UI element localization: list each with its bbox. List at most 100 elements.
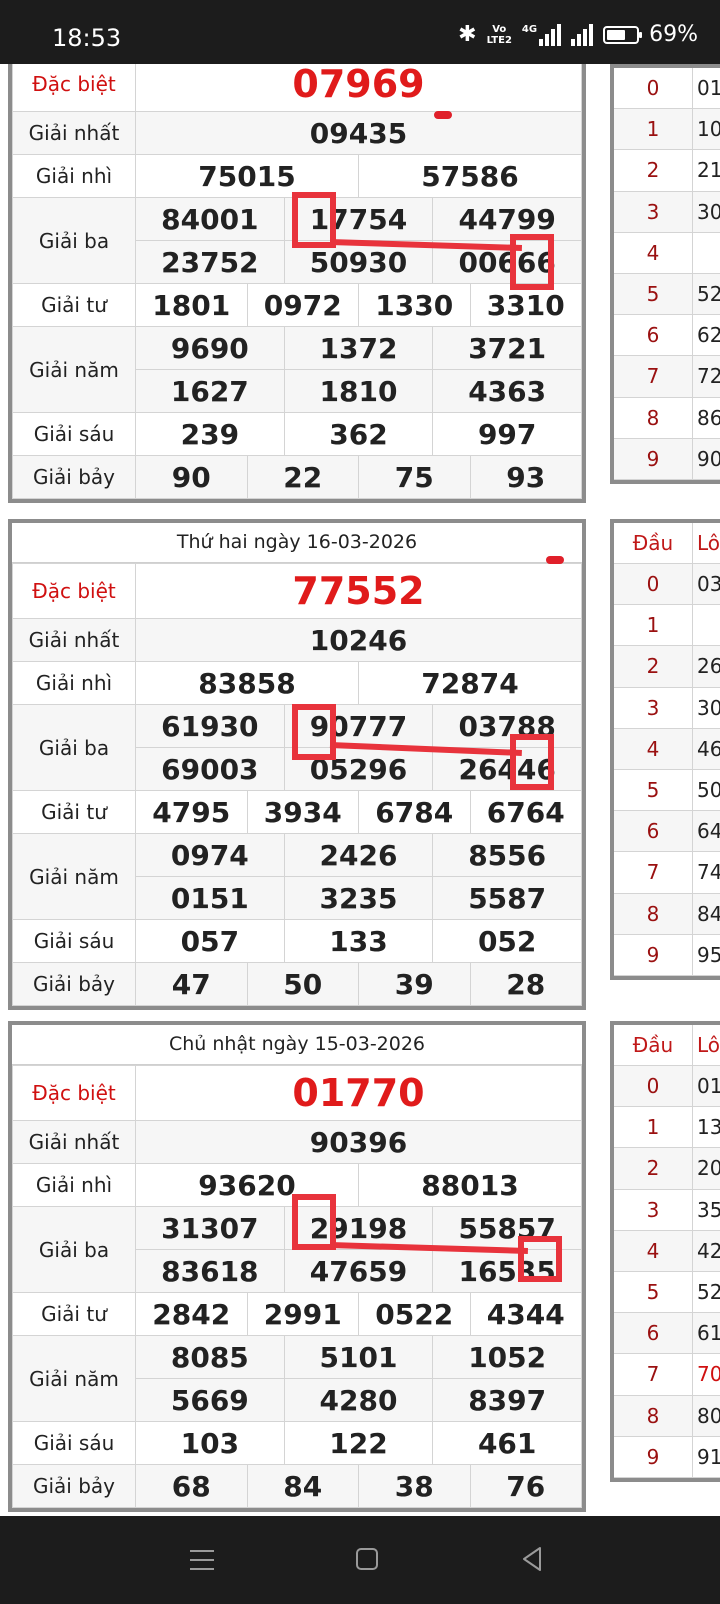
loto-head-digit: 8 [614,1395,693,1436]
prize-number: 3934 [263,795,342,829]
result-table: Đặc biệt 07969 Giải nhất 09435 Giải nhì 75015… [8,64,586,503]
loto-values: 52 [697,1280,720,1305]
loto-row: 8 86 [614,397,720,439]
prize-label-g5: Giải năm [12,833,136,920]
loto-head-digit: 1 [614,605,693,646]
prize-number: 47 [171,967,211,1001]
result-table: Chủ nhật ngày 15-03-2026 Đặc biệt 01770 Giả… [8,1021,586,1512]
prize-number: 3721 [468,331,547,365]
loto-row: 8 80 [614,1395,720,1437]
loto-row: 4 42 [614,1230,720,1272]
loto-row: 6 64 [614,811,720,853]
prize-number: 122 [329,1426,388,1460]
header-lo: Lô [697,1033,720,1057]
prize-number: 4795 [152,795,231,829]
loto-values: 61 [697,1321,720,1346]
status-icons: ✱ Vo LTE2 4G 69% [458,22,698,47]
prize-number: 8556 [468,838,547,872]
prize-number: 47659 [309,1254,408,1288]
loto-values: 90 [697,446,720,471]
prize-number: 90 [171,460,211,494]
special-prize-number: 01770 [292,1071,425,1115]
loto-row: 0 01 [614,1066,720,1108]
prize-number: 50 [283,967,323,1001]
prize-label-g7: Giải bảy [12,455,136,499]
prize-label-g7: Giải bảy [12,1464,136,1508]
prize-number: 57586 [421,159,519,193]
status-bar: 18:53 ✱ Vo LTE2 4G 69% [0,0,720,64]
loto-row: 9 90 [614,438,720,480]
loto-head-digit: 9 [614,1436,693,1477]
loto-values: 72 [697,364,720,389]
loto-head-digit: 2 [614,646,693,687]
prize-number: 6784 [375,795,454,829]
loto-values: 84 [697,901,720,926]
loto-row: 2 20 [614,1148,720,1190]
prize-label-g4: Giải tư [12,1292,136,1336]
prize-number: 362 [329,417,388,451]
loto-values: 01 [697,76,720,101]
loto-row: 1 [614,605,720,647]
loto-head-digit: 5 [614,273,693,315]
loto-values: 95 [697,942,720,967]
loto-row: 4 46 [614,728,720,770]
prize-number: 75 [394,460,434,494]
prize-number: 4363 [468,374,547,408]
loto-head-digit: 6 [614,1313,693,1354]
back-icon[interactable] [520,1546,544,1572]
prize-number: 44799 [458,202,556,236]
prize-number: 2991 [263,1297,342,1331]
first-prize-number: 09435 [309,116,408,150]
prize-label-g3: Giải ba [12,704,136,791]
loto-head-digit: 2 [614,1148,693,1189]
loto-head-digit: 3 [614,1189,693,1230]
prize-number: 9690 [170,331,249,365]
first-prize-number: 90396 [309,1125,408,1159]
loto-values: 03 [697,572,720,597]
draw-date: Chủ nhật ngày 15-03-2026 [12,1025,582,1065]
loto-values: 26 [697,654,720,679]
loto-row: 1 13 [614,1107,720,1149]
prize-number: 72874 [421,666,519,700]
loto-row: 1 10 [614,109,720,151]
prize-number: 50930 [309,245,408,279]
loto-row: 9 95 [614,934,720,976]
prize-number: 75015 [198,159,296,193]
prize-label-db: Đặc biệt [12,1065,136,1121]
loto-head-digit: 0 [614,68,693,109]
prize-number: 84 [283,1469,323,1503]
prize-label-g6: Giải sáu [12,1421,136,1465]
menu-icon[interactable] [190,1550,214,1577]
loto-values [693,605,697,645]
loto-row: 9 91 [614,1436,720,1478]
loto-head-digit: 8 [614,397,693,438]
loto-values: 35 [697,1197,720,1222]
loto-row: 5 52 [614,1271,720,1314]
loto-head-digit: 4 [614,232,693,273]
results-page[interactable]: Đặc biệt 07969 Giải nhất 09435 Giải nhì 75015… [0,64,720,1516]
prize-label-g1: Giải nhất [12,618,136,662]
volte-icon: Vo LTE2 [486,23,512,46]
prize-number: 1627 [170,374,249,408]
prize-number: 38 [394,1469,434,1503]
loto-row: 6 62 [614,315,720,357]
prize-number: 0522 [375,1297,454,1331]
loto-values [693,233,697,273]
prize-label-g2: Giải nhì [12,661,136,705]
prize-label-db: Đặc biệt [12,563,136,619]
loto-values: 46 [697,736,720,761]
loto-row: 3 35 [614,1189,720,1231]
prize-number: 0974 [170,838,249,872]
loto-values: 10 [697,117,720,142]
prize-number: 997 [477,417,537,451]
prize-number: 461 [477,1426,537,1460]
loto-row: 0 03 [614,564,720,606]
home-icon[interactable] [356,1548,378,1570]
prize-number: 8085 [170,1340,249,1374]
loto-row: 0 01 [614,68,720,110]
loto-row: 2 21 [614,150,720,192]
prize-number: 31307 [161,1211,259,1245]
prize-number: 1372 [319,331,398,365]
prize-number: 2842 [152,1297,231,1331]
prize-label-g1: Giải nhất [12,111,136,155]
